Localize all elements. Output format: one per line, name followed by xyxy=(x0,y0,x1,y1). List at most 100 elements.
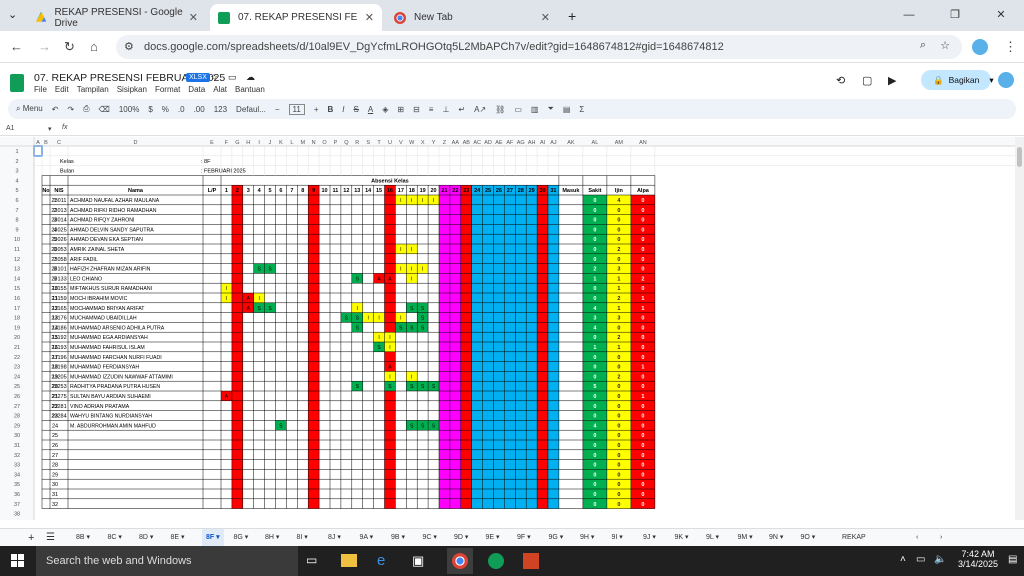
day-column-fill[interactable] xyxy=(526,391,538,401)
day-column-fill[interactable] xyxy=(471,204,483,215)
day-column-fill[interactable] xyxy=(439,204,450,215)
scroll-right-icon[interactable]: › xyxy=(940,529,942,547)
italic-icon[interactable]: I xyxy=(342,105,344,114)
day-column-fill[interactable] xyxy=(439,498,450,509)
day-column-fill[interactable] xyxy=(482,400,494,411)
day-column-fill[interactable] xyxy=(482,449,494,460)
day-column-fill[interactable] xyxy=(504,489,516,499)
sheet-tab-8g[interactable]: 8G ▾ xyxy=(234,529,249,547)
day-column-fill[interactable] xyxy=(537,391,548,401)
day-column-fill[interactable] xyxy=(537,361,548,372)
day-column-fill[interactable] xyxy=(537,224,548,235)
day-column-fill[interactable] xyxy=(515,361,527,372)
day-column-fill[interactable] xyxy=(515,489,527,499)
day-column-fill[interactable] xyxy=(493,489,505,499)
day-column-fill[interactable] xyxy=(504,479,516,489)
day-column-fill[interactable] xyxy=(526,410,538,421)
day-column-fill[interactable] xyxy=(460,361,472,372)
day-column-fill[interactable] xyxy=(537,302,548,313)
day-column-fill[interactable] xyxy=(439,391,450,401)
day-column-fill[interactable] xyxy=(384,351,396,362)
day-column-fill[interactable] xyxy=(384,214,396,225)
day-column-fill[interactable] xyxy=(384,312,396,323)
sheet-tab-9o[interactable]: 9O ▾ xyxy=(801,529,816,547)
grid-canvas[interactable]: A B C D E F G H I J K L M N O P Q R S T U V W X Y Z AA AB AC AD AE AF AG… xyxy=(0,137,1015,520)
day-column-fill[interactable] xyxy=(308,253,320,264)
day-column-fill[interactable] xyxy=(548,342,559,352)
tab-newtab[interactable]: New Tab ✕ xyxy=(386,4,558,31)
day-column-fill[interactable] xyxy=(504,283,516,293)
day-column-fill[interactable] xyxy=(504,420,516,431)
sheet-tab-8b[interactable]: 8B ▾ xyxy=(76,529,90,547)
day-column-fill[interactable] xyxy=(504,430,516,440)
day-column-fill[interactable] xyxy=(515,273,527,284)
chevron-down-icon[interactable]: ▾ xyxy=(989,75,993,86)
day-column-fill[interactable] xyxy=(460,312,472,323)
store-icon[interactable]: ▣ xyxy=(412,553,424,569)
day-column-fill[interactable] xyxy=(449,430,461,440)
day-column-fill[interactable] xyxy=(439,489,450,499)
forward-arrow-icon[interactable]: → xyxy=(38,39,51,54)
day-column-fill[interactable] xyxy=(537,204,548,215)
sheet-tab-8i[interactable]: 8I ▾ xyxy=(297,529,308,547)
day-column-fill[interactable] xyxy=(308,214,320,225)
day-column-fill[interactable] xyxy=(515,244,527,254)
day-column-fill[interactable] xyxy=(482,459,494,470)
day-column-fill[interactable] xyxy=(515,449,527,460)
day-column-fill[interactable] xyxy=(439,224,450,235)
day-column-fill[interactable] xyxy=(460,224,472,235)
day-column-fill[interactable] xyxy=(231,342,243,352)
day-column-fill[interactable] xyxy=(231,273,243,284)
day-column-fill[interactable] xyxy=(460,214,472,225)
day-column-fill[interactable] xyxy=(493,498,505,509)
day-column-fill[interactable] xyxy=(482,361,494,372)
day-column-fill[interactable] xyxy=(439,361,450,372)
day-column-fill[interactable] xyxy=(384,479,396,489)
network-icon[interactable]: ▭ xyxy=(916,554,925,565)
day-column-fill[interactable] xyxy=(308,263,320,274)
sheet-tab-9n[interactable]: 9N ▾ xyxy=(769,529,783,547)
day-column-fill[interactable] xyxy=(482,263,494,274)
day-column-fill[interactable] xyxy=(231,391,243,401)
day-column-fill[interactable] xyxy=(449,204,461,215)
day-column-fill[interactable] xyxy=(526,440,538,450)
day-column-fill[interactable] xyxy=(308,391,320,401)
text-wrap-icon[interactable]: ↵ xyxy=(458,105,465,114)
day-column-fill[interactable] xyxy=(515,195,527,205)
day-column-fill[interactable] xyxy=(548,273,559,284)
day-column-fill[interactable] xyxy=(548,469,559,480)
day-column-fill[interactable] xyxy=(537,244,548,254)
day-column-fill[interactable] xyxy=(449,244,461,254)
menu-sisipkan[interactable]: Sisipkan xyxy=(117,85,147,94)
day-column-fill[interactable] xyxy=(493,253,505,264)
day-column-fill[interactable] xyxy=(504,302,516,313)
day-column-fill[interactable] xyxy=(537,273,548,284)
day-column-fill[interactable] xyxy=(231,489,243,499)
day-column-fill[interactable] xyxy=(515,351,527,362)
bookmark-star-icon[interactable]: ☆ xyxy=(940,39,950,52)
tray-chevron-icon[interactable]: ˄ xyxy=(900,554,906,565)
strikethrough-icon[interactable]: S xyxy=(354,105,359,114)
day-column-fill[interactable] xyxy=(231,312,243,323)
day-column-fill[interactable] xyxy=(526,361,538,372)
day-column-fill[interactable] xyxy=(439,342,450,352)
print-icon[interactable]: ⎙ xyxy=(83,104,89,114)
day-column-fill[interactable] xyxy=(493,381,505,391)
horizontal-align-icon[interactable]: ≡ xyxy=(429,105,434,114)
day-column-fill[interactable] xyxy=(526,332,538,342)
day-column-fill[interactable] xyxy=(449,391,461,401)
day-column-fill[interactable] xyxy=(493,332,505,342)
day-column-fill[interactable] xyxy=(439,420,450,431)
day-column-fill[interactable] xyxy=(493,410,505,421)
day-column-fill[interactable] xyxy=(526,234,538,244)
day-column-fill[interactable] xyxy=(308,342,320,352)
day-column-fill[interactable] xyxy=(537,420,548,431)
sheet-tab-9a[interactable]: 9A ▾ xyxy=(360,529,374,547)
day-column-fill[interactable] xyxy=(548,283,559,293)
day-column-fill[interactable] xyxy=(526,479,538,489)
day-column-fill[interactable] xyxy=(460,420,472,431)
day-column-fill[interactable] xyxy=(439,312,450,323)
day-column-fill[interactable] xyxy=(471,273,483,284)
day-column-fill[interactable] xyxy=(537,430,548,440)
day-column-fill[interactable] xyxy=(231,322,243,333)
